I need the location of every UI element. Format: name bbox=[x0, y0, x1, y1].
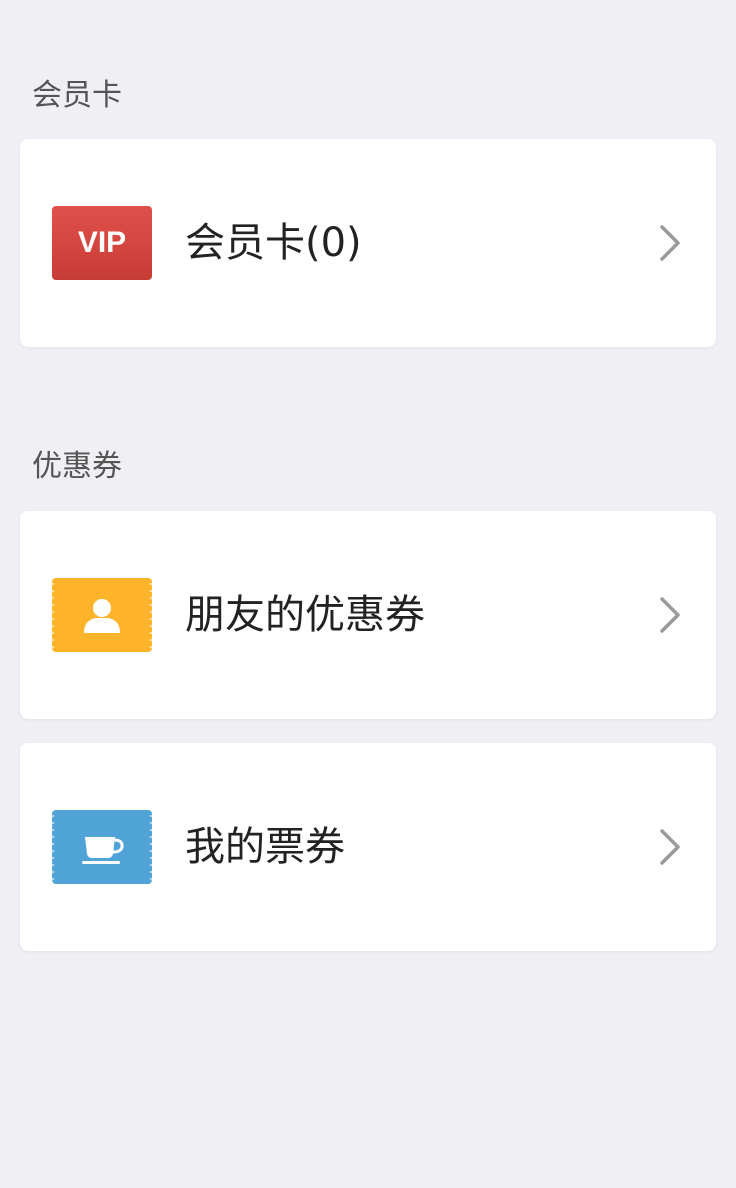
chevron-right-icon bbox=[660, 829, 680, 865]
friend-coupons-label: 朋友的优惠券 bbox=[185, 592, 425, 638]
vip-badge-icon: VIP bbox=[52, 206, 152, 280]
my-tickets-row[interactable]: 我的票券 bbox=[20, 743, 716, 951]
chevron-right-icon bbox=[660, 225, 680, 261]
friend-coupons-row[interactable]: 朋友的优惠券 bbox=[20, 511, 716, 719]
membership-card-label: 会员卡(0) bbox=[185, 220, 362, 266]
section-title-coupons: 优惠券 bbox=[32, 449, 122, 484]
vip-badge-text: VIP bbox=[77, 226, 127, 259]
cup-ticket-icon bbox=[52, 810, 152, 884]
section-title-membership: 会员卡 bbox=[32, 78, 122, 113]
chevron-right-icon bbox=[660, 597, 680, 633]
my-tickets-label: 我的票券 bbox=[185, 824, 345, 870]
friend-coupon-icon bbox=[52, 578, 152, 652]
membership-card-row[interactable]: VIP 会员卡(0) bbox=[20, 139, 716, 347]
